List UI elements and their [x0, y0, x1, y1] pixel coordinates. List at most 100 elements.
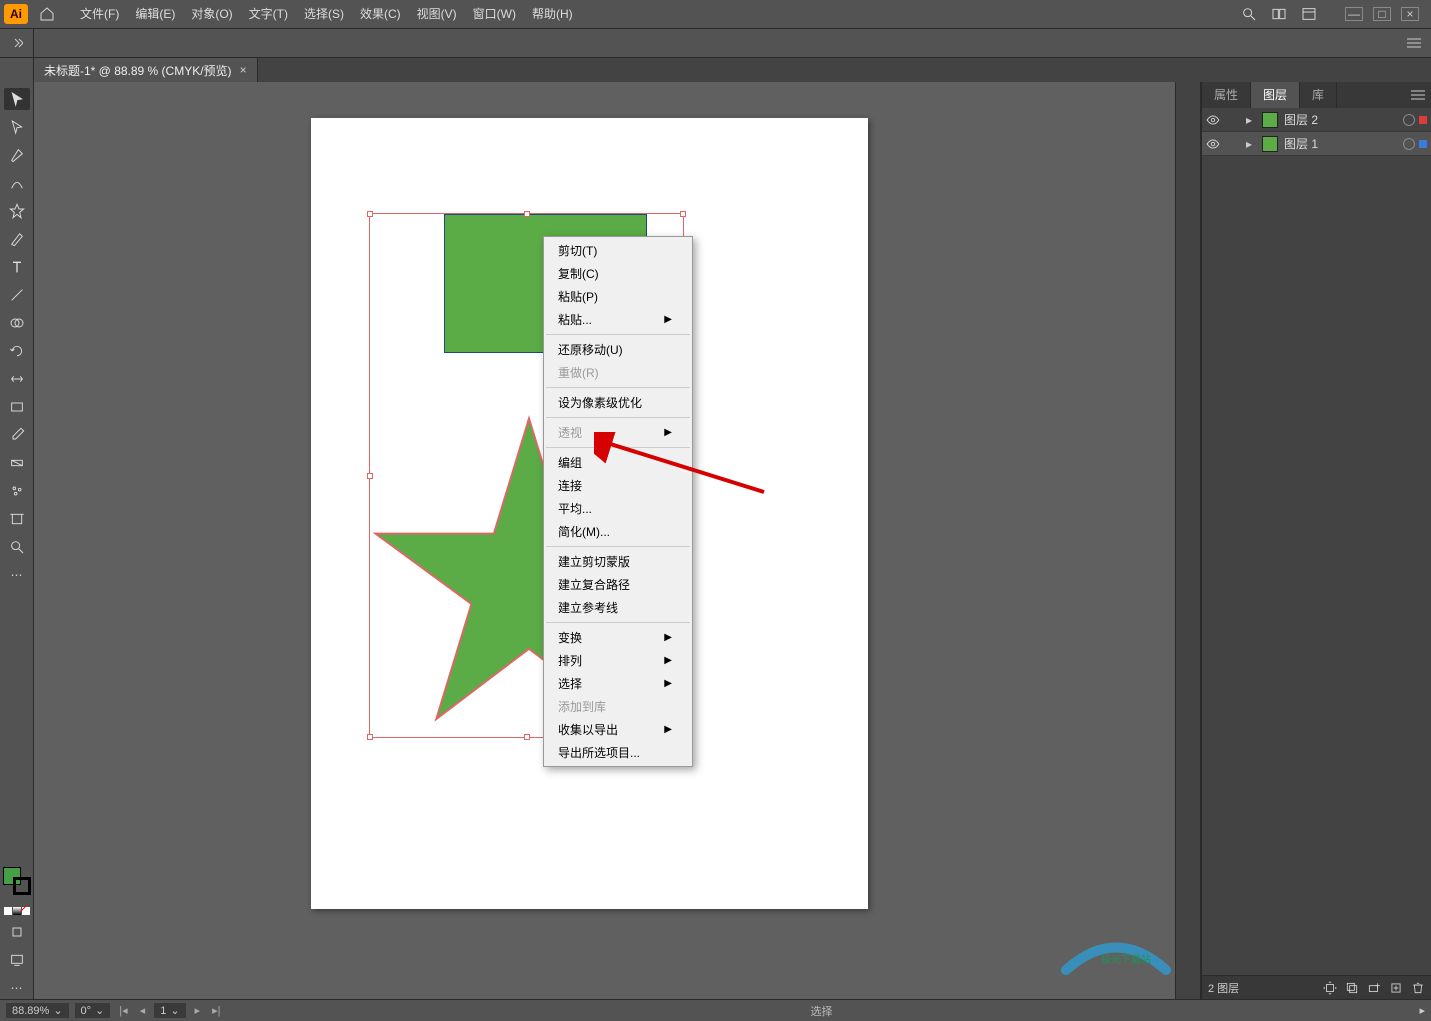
context-menu-item[interactable]: 编组	[544, 451, 692, 474]
rotation-dropdown[interactable]: 0° ⌄	[75, 1003, 111, 1018]
document-tab[interactable]: 未标题-1* @ 88.89 % (CMYK/预览) ×	[34, 58, 258, 82]
target-icon[interactable]	[1403, 138, 1415, 150]
context-menu-item[interactable]: 平均...	[544, 497, 692, 520]
menu-item[interactable]: 对象(O)	[183, 0, 240, 28]
artboard-nav-input[interactable]: 1 ⌄	[154, 1003, 185, 1018]
context-menu-item[interactable]: 设为像素级优化	[544, 391, 692, 414]
menu-item[interactable]: 窗口(W)	[465, 0, 524, 28]
context-menu-item[interactable]: 还原移动(U)	[544, 338, 692, 361]
zoom-tool[interactable]	[4, 536, 30, 558]
menu-item[interactable]: 视图(V)	[409, 0, 465, 28]
next-artboard-button[interactable]: ▸	[192, 1004, 204, 1017]
context-menu-item[interactable]: 建立剪切蒙版	[544, 550, 692, 573]
direct-selection-tool[interactable]	[4, 116, 30, 138]
toolbox-collapse-icon[interactable]	[0, 29, 34, 57]
close-button[interactable]: ×	[1401, 7, 1419, 21]
menu-item[interactable]: 选择(S)	[296, 0, 352, 28]
make-clipping-mask-icon[interactable]	[1345, 981, 1359, 995]
bbox-handle[interactable]	[367, 734, 373, 740]
delete-layer-icon[interactable]	[1411, 981, 1425, 995]
menu-item[interactable]: 效果(C)	[352, 0, 409, 28]
tab-layers[interactable]: 图层	[1251, 82, 1300, 108]
menu-item[interactable]: 文字(T)	[241, 0, 296, 28]
disclosure-triangle-icon[interactable]: ▸	[1246, 137, 1258, 151]
context-menu-item[interactable]: 导出所选项目...	[544, 741, 692, 764]
fill-stroke-swatch[interactable]	[3, 867, 31, 895]
panel-menu-icon[interactable]	[1397, 37, 1431, 49]
symbol-sprayer-tool[interactable]	[4, 480, 30, 502]
context-menu-item[interactable]: 简化(M)...	[544, 520, 692, 543]
search-icon[interactable]	[1241, 6, 1257, 22]
new-sublayer-icon[interactable]	[1367, 981, 1381, 995]
rotate-tool[interactable]	[4, 340, 30, 362]
shape-builder-tool[interactable]	[4, 312, 30, 334]
target-icon[interactable]	[1403, 114, 1415, 126]
visibility-toggle-icon[interactable]	[1206, 137, 1224, 151]
menu-item[interactable]: 编辑(E)	[127, 0, 183, 28]
paintbrush-tool[interactable]	[4, 228, 30, 250]
first-artboard-button[interactable]: |◂	[116, 1004, 130, 1017]
line-tool[interactable]	[4, 284, 30, 306]
tab-libraries[interactable]: 库	[1300, 82, 1337, 108]
gradient-tool[interactable]	[4, 452, 30, 474]
selection-tool[interactable]	[4, 88, 30, 110]
star-tool[interactable]	[4, 200, 30, 222]
color-mode-solid[interactable]	[4, 907, 12, 915]
panel-menu-icon[interactable]	[1405, 82, 1431, 108]
locate-object-icon[interactable]	[1323, 981, 1337, 995]
workspace-icon[interactable]	[1301, 6, 1317, 22]
visibility-toggle-icon[interactable]	[1206, 113, 1224, 127]
bbox-handle[interactable]	[367, 211, 373, 217]
context-menu-item[interactable]: 粘贴(P)	[544, 285, 692, 308]
layer-name[interactable]: 图层 1	[1282, 135, 1399, 152]
pen-tool[interactable]	[4, 144, 30, 166]
color-mode-none[interactable]	[22, 907, 30, 915]
zoom-dropdown[interactable]: 88.89% ⌄	[6, 1003, 69, 1018]
menu-item[interactable]: 文件(F)	[72, 0, 127, 28]
context-menu-item[interactable]: 连接	[544, 474, 692, 497]
layer-name[interactable]: 图层 2	[1282, 111, 1399, 128]
rectangle-tool[interactable]	[4, 396, 30, 418]
context-menu-item[interactable]: 建立参考线	[544, 596, 692, 619]
type-tool[interactable]	[4, 256, 30, 278]
curvature-tool[interactable]	[4, 172, 30, 194]
context-menu-item[interactable]: 变换▶	[544, 626, 692, 649]
menu-item[interactable]: 帮助(H)	[524, 0, 581, 28]
draw-mode-icon[interactable]	[4, 921, 30, 943]
edit-toolbar-icon[interactable]: ⋯	[4, 564, 30, 586]
bbox-handle[interactable]	[524, 734, 530, 740]
context-menu-item[interactable]: 建立复合路径	[544, 573, 692, 596]
arrange-documents-icon[interactable]	[1271, 6, 1287, 22]
new-layer-icon[interactable]	[1389, 981, 1403, 995]
bbox-handle[interactable]	[367, 473, 373, 479]
last-artboard-button[interactable]: ▸|	[209, 1004, 223, 1017]
artboard-tool[interactable]	[4, 508, 30, 530]
stroke-swatch[interactable]	[13, 877, 31, 895]
minimize-button[interactable]: —	[1345, 7, 1363, 21]
tab-close-icon[interactable]: ×	[240, 63, 247, 77]
prev-artboard-button[interactable]: ◂	[137, 1004, 149, 1017]
context-menu-item[interactable]: 收集以导出▶	[544, 718, 692, 741]
layer-row[interactable]: ▸ 图层 1	[1202, 132, 1431, 156]
bbox-handle[interactable]	[680, 211, 686, 217]
context-menu-item[interactable]: 复制(C)	[544, 262, 692, 285]
color-mode-gradient[interactable]	[13, 907, 21, 915]
canvas[interactable]: 剪切(T)复制(C)粘贴(P)粘贴...▶还原移动(U)重做(R)设为像素级优化…	[34, 82, 1175, 999]
disclosure-triangle-icon[interactable]: ▸	[1246, 113, 1258, 127]
context-menu-item[interactable]: 粘贴...▶	[544, 308, 692, 331]
eyedropper-tool[interactable]	[4, 424, 30, 446]
layer-row[interactable]: ▸ 图层 2	[1202, 108, 1431, 132]
context-menu-item[interactable]: 剪切(T)	[544, 239, 692, 262]
screen-mode-icon[interactable]	[4, 949, 30, 971]
chevron-down-icon: ⌄	[170, 1004, 179, 1017]
toolbar-more-icon[interactable]: ⋯	[4, 977, 30, 999]
maximize-button[interactable]: □	[1373, 7, 1391, 21]
collapsed-panel-strip[interactable]	[1175, 82, 1201, 999]
width-tool[interactable]	[4, 368, 30, 390]
home-icon[interactable]	[36, 3, 58, 25]
tab-properties[interactable]: 属性	[1202, 82, 1251, 108]
context-menu-item[interactable]: 选择▶	[544, 672, 692, 695]
context-menu-item[interactable]: 排列▶	[544, 649, 692, 672]
status-menu-icon[interactable]: ▸	[1419, 1004, 1425, 1017]
bbox-handle[interactable]	[524, 211, 530, 217]
